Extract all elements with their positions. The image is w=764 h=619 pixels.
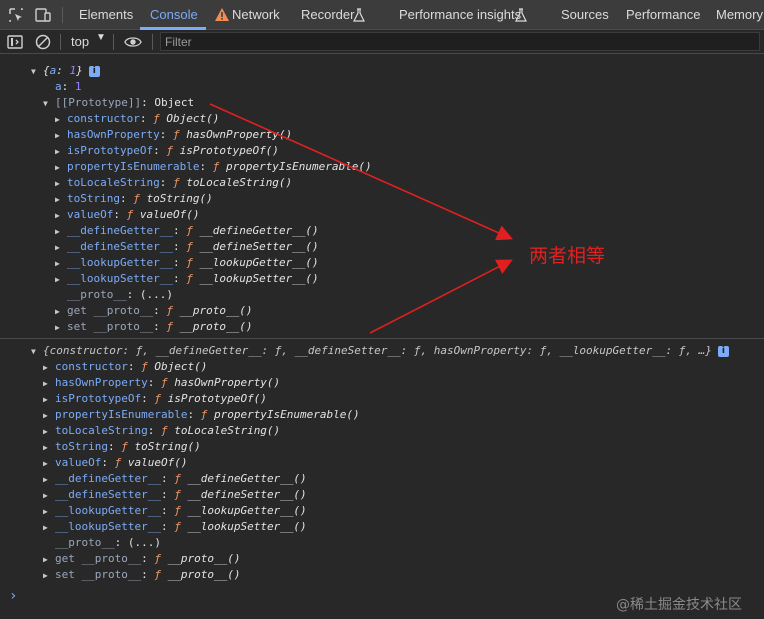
- annotation-arrow-lower: [369, 259, 513, 334]
- annotation-label: 两者相等: [529, 245, 606, 267]
- annotation-arrow-upper: [209, 103, 513, 241]
- annotation-arrows: [209, 103, 513, 334]
- watermark: @稀土掘金技术社区: [616, 597, 742, 613]
